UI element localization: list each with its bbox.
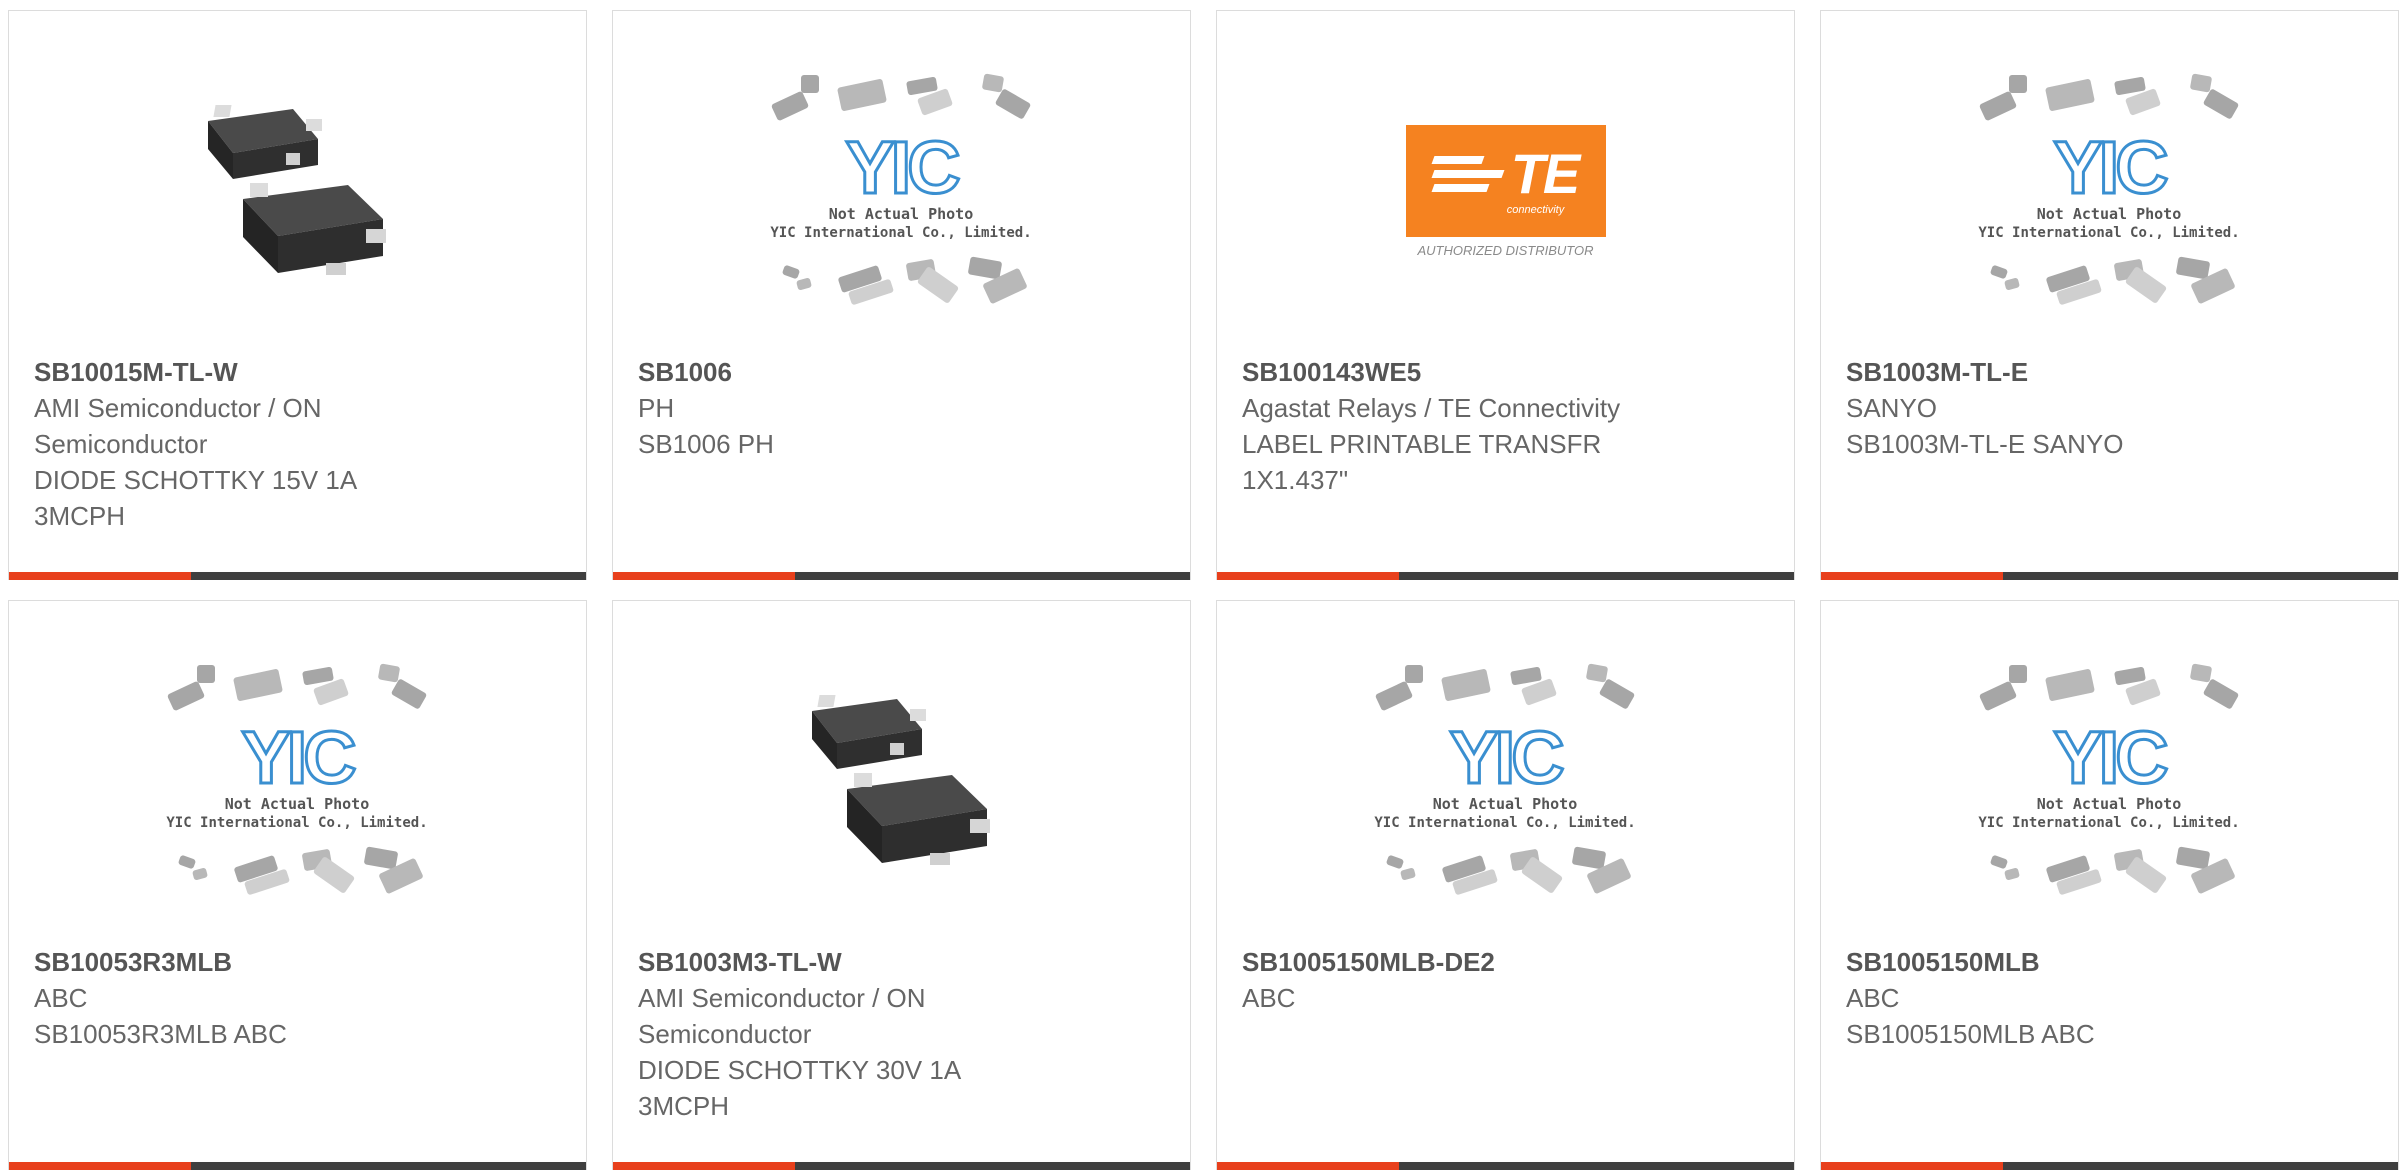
placeholder-caption-1: Not Actual Photo [2037, 205, 2182, 223]
placeholder-caption-2: YIC International Co., Limited. [166, 815, 427, 831]
part-number-link[interactable]: SB10053R3MLB [34, 944, 566, 980]
product-image[interactable]: YIC Not Actual Photo YIC International C… [1821, 71, 2398, 311]
yic-logo: YIC [2053, 126, 2167, 209]
card-accent-bar [9, 572, 586, 580]
placeholder-caption-1: Not Actual Photo [1433, 795, 1578, 813]
yic-placeholder-graphic: YIC Not Actual Photo YIC International C… [1978, 73, 2240, 305]
product-info: SB10053R3MLB ABC SB10053R3MLB ABC [34, 944, 566, 1052]
te-logo: TE connectivity AUTHORIZED DISTRIBUTOR [1405, 124, 1606, 258]
product-info: SB100143WE5 Agastat Relays / TE Connecti… [1242, 354, 1774, 498]
part-number-link[interactable]: SB1005150MLB-DE2 [1242, 944, 1774, 980]
product-card[interactable]: YIC Not Actual Photo YIC International C… [1820, 10, 2399, 580]
yic-logo: YIC [845, 126, 959, 209]
product-grid: SB10015M-TL-W AMI Semiconductor / ON Semi… [8, 10, 2399, 1170]
product-detail-line: 3MCPH [638, 1091, 730, 1121]
product-detail-line: SB10053R3MLB ABC [34, 1019, 287, 1049]
product-card[interactable]: YIC Not Actual Photo YIC International C… [612, 10, 1191, 580]
placeholder-caption-1: Not Actual Photo [2037, 795, 2182, 813]
product-info: SB1005150MLB-DE2 ABC [1242, 944, 1774, 1016]
product-detail-line: SB1003M-TL-E SANYO [1846, 429, 2124, 459]
product-detail-line: PH [638, 393, 675, 423]
product-detail-line: 3MCPH [34, 501, 126, 531]
product-card[interactable]: YIC Not Actual Photo YIC International C… [8, 600, 587, 1170]
part-number-link[interactable]: SB10015M-TL-W [34, 354, 566, 390]
product-detail-line: 1X1.437" [1242, 465, 1349, 495]
product-detail-line: Agastat Relays / TE Connectivity [1242, 393, 1621, 423]
card-accent-bar [613, 572, 1190, 580]
product-card[interactable]: YIC Not Actual Photo YIC International C… [1820, 600, 2399, 1170]
product-image[interactable]: YIC Not Actual Photo YIC International C… [9, 661, 586, 901]
product-info: SB1005150MLB ABC SB1005150MLB ABC [1846, 944, 2378, 1052]
product-card[interactable]: TE connectivity AUTHORIZED DISTRIBUTOR S… [1216, 10, 1795, 580]
product-card[interactable]: SB10015M-TL-W AMI Semiconductor / ON Semi… [8, 10, 587, 580]
card-accent-bar [1217, 1162, 1794, 1170]
card-accent-bar [1217, 572, 1794, 580]
te-distributor-label: AUTHORIZED DISTRIBUTOR [1417, 242, 1594, 258]
product-detail-line: ABC [1242, 983, 1296, 1013]
part-number-link[interactable]: SB1003M-TL-E [1846, 354, 2378, 390]
product-detail-line: SANYO [1846, 393, 1938, 423]
yic-placeholder-graphic: YIC Not Actual Photo YIC International C… [1978, 663, 2240, 895]
card-accent-bar [613, 1162, 1190, 1170]
product-image[interactable]: YIC Not Actual Photo YIC International C… [1217, 661, 1794, 901]
yic-placeholder-graphic: YIC Not Actual Photo YIC International C… [770, 73, 1032, 305]
te-logo-sub: connectivity [1506, 203, 1565, 216]
product-image[interactable]: TE connectivity AUTHORIZED DISTRIBUTOR [1217, 71, 1794, 311]
product-image[interactable] [613, 661, 1190, 901]
yic-placeholder-graphic: YIC Not Actual Photo YIC International C… [166, 663, 428, 895]
card-accent-bar [9, 1162, 586, 1170]
product-detail-line: AMI Semiconductor / ON [638, 983, 926, 1013]
placeholder-caption-2: YIC International Co., Limited. [1374, 815, 1635, 831]
product-card[interactable]: YIC Not Actual Photo YIC International C… [1216, 600, 1795, 1170]
product-info: SB1003M3-TL-W AMI Semiconductor / ON Semi… [638, 944, 1170, 1124]
card-accent-bar [1821, 1162, 2398, 1170]
product-detail-line: ABC [1846, 983, 1900, 1013]
product-info: SB10015M-TL-W AMI Semiconductor / ON Semi… [34, 354, 566, 534]
placeholder-caption-1: Not Actual Photo [225, 795, 370, 813]
yic-placeholder-graphic: YIC Not Actual Photo YIC International C… [1374, 663, 1636, 895]
yic-logo: YIC [1449, 716, 1563, 799]
placeholder-caption-2: YIC International Co., Limited. [1978, 225, 2239, 241]
product-detail-line: SB1005150MLB ABC [1846, 1019, 2095, 1049]
product-image[interactable]: YIC Not Actual Photo YIC International C… [613, 71, 1190, 311]
te-logo-text: TE [1510, 141, 1581, 205]
yic-logo: YIC [2053, 716, 2167, 799]
product-detail-line: LABEL PRINTABLE TRANSFR [1242, 429, 1602, 459]
part-number-link[interactable]: SB1005150MLB [1846, 944, 2378, 980]
product-detail-line: Semiconductor [34, 429, 208, 459]
product-image[interactable]: YIC Not Actual Photo YIC International C… [1821, 661, 2398, 901]
product-detail-line: DIODE SCHOTTKY 30V 1A [638, 1055, 962, 1085]
product-info: SB1003M-TL-E SANYO SB1003M-TL-E SANYO [1846, 354, 2378, 462]
product-detail-line: SB1006 PH [638, 429, 774, 459]
yic-logo: YIC [241, 716, 355, 799]
placeholder-caption-2: YIC International Co., Limited. [770, 225, 1031, 241]
part-number-link[interactable]: SB100143WE5 [1242, 354, 1774, 390]
part-number-link[interactable]: SB1006 [638, 354, 1170, 390]
product-detail-line: DIODE SCHOTTKY 15V 1A [34, 465, 358, 495]
product-info: SB1006 PH SB1006 PH [638, 354, 1170, 462]
placeholder-caption-2: YIC International Co., Limited. [1978, 815, 2239, 831]
product-detail-line: ABC [34, 983, 88, 1013]
part-number-link[interactable]: SB1003M3-TL-W [638, 944, 1170, 980]
placeholder-caption-1: Not Actual Photo [829, 205, 974, 223]
product-detail-line: AMI Semiconductor / ON [34, 393, 322, 423]
card-accent-bar [1821, 572, 2398, 580]
product-detail-line: Semiconductor [638, 1019, 812, 1049]
product-image[interactable] [9, 71, 586, 311]
product-card[interactable]: SB1003M3-TL-W AMI Semiconductor / ON Semi… [612, 600, 1191, 1170]
